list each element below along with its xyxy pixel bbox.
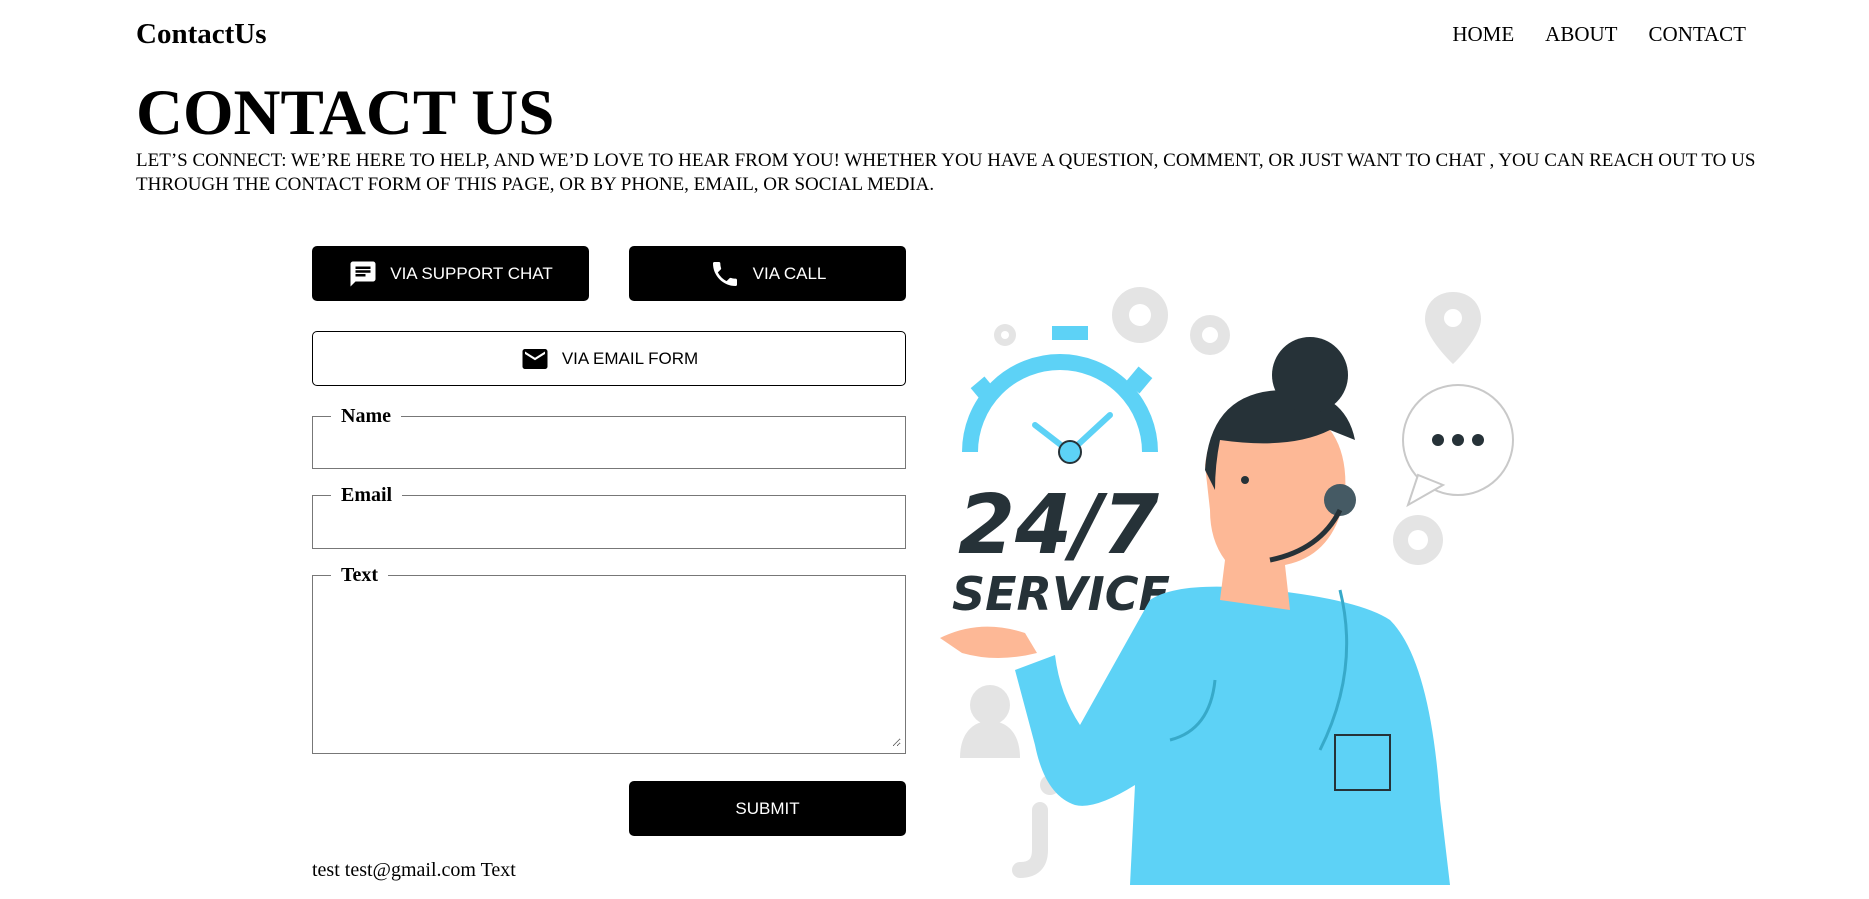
- page-title: CONTACT US: [136, 77, 555, 149]
- email-fieldset: Email: [312, 484, 906, 549]
- text-fieldset: Text: [312, 564, 906, 754]
- via-call-button[interactable]: VIA CALL: [629, 246, 906, 301]
- chat-icon: [350, 261, 376, 286]
- via-support-chat-button[interactable]: VIA SUPPORT CHAT: [312, 246, 589, 301]
- email-input[interactable]: [317, 507, 901, 547]
- via-support-chat-label: VIA SUPPORT CHAT: [390, 263, 553, 283]
- via-email-form-button[interactable]: VIA EMAIL FORM: [312, 331, 906, 386]
- via-email-form-label: VIA EMAIL FORM: [561, 348, 699, 368]
- submit-label: SUBMIT: [735, 798, 800, 818]
- name-legend: Name: [341, 405, 391, 427]
- nav-link-contact[interactable]: CONTACT: [1649, 22, 1746, 47]
- name-fieldset: Name: [312, 405, 906, 469]
- navbar-inner: ContactUs HOME ABOUT CONTACT: [136, 16, 1746, 56]
- phone-icon: [712, 261, 737, 286]
- nav-link-about[interactable]: ABOUT: [1545, 22, 1617, 47]
- user-icon: [960, 685, 1020, 758]
- stopwatch-icon: [962, 326, 1158, 464]
- nav-links: HOME ABOUT CONTACT: [1452, 22, 1746, 47]
- name-input[interactable]: [317, 428, 901, 468]
- email-legend: Email: [341, 484, 393, 506]
- submitted-output: test test@gmail.com Text: [312, 859, 516, 881]
- envelope-icon: [522, 348, 548, 369]
- nav-link-home[interactable]: HOME: [1452, 22, 1514, 47]
- location-pin-icon: [1425, 292, 1481, 364]
- via-call-label: VIA CALL: [752, 263, 827, 283]
- customer-support-illustration: 24/7 SERVICE: [940, 287, 1514, 885]
- logo[interactable]: ContactUs: [136, 18, 267, 51]
- chat-bubble-icon: [1402, 384, 1514, 508]
- text-legend: Text: [341, 564, 379, 586]
- service-text: SERVICE: [952, 567, 1170, 621]
- submit-button[interactable]: SUBMIT: [629, 781, 906, 836]
- text-textarea[interactable]: [317, 587, 901, 747]
- clock-text: 24/7: [958, 478, 1159, 573]
- intro-text: LET’S CONNECT: WE’RE HERE TO HELP, AND W…: [136, 150, 1756, 195]
